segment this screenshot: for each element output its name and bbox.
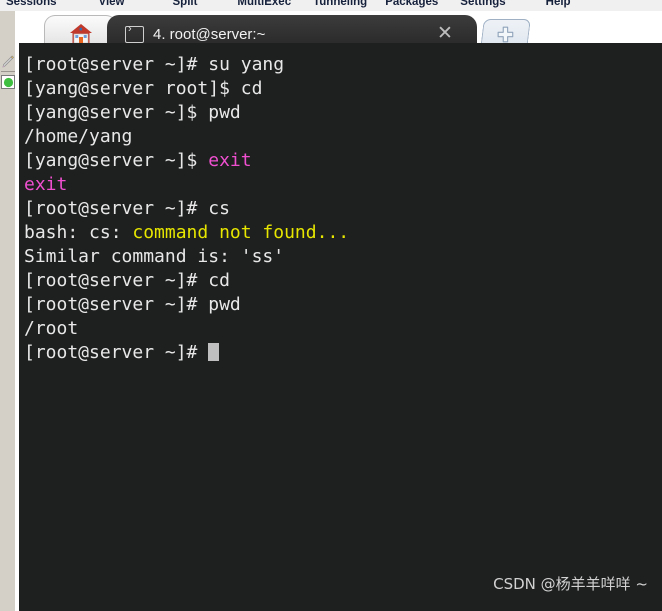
menu-item-multiexec[interactable]: MultiExec [231,0,297,8]
terminal-line: [yang@server ~]$ pwd [24,101,662,125]
tab-title: 4. root@server:~ [153,26,266,43]
terminal-text: /root [24,318,79,339]
terminal-line: [yang@server ~]$ exit [24,149,662,173]
terminal-text: [root@server ~]# [24,342,209,363]
terminal-text: Similar command is: 'ss' [24,246,285,267]
terminal-text: [root@server ~]# su yang [24,54,285,75]
home-icon [69,23,92,43]
terminal-line: exit [24,173,662,197]
terminal-pane[interactable]: [root@server ~]# su yang [yang@server roo… [19,43,662,611]
terminal-text: [yang@server ~]$ [24,150,209,171]
terminal-output: [root@server ~]# su yang [yang@server roo… [24,53,662,365]
terminal-text: [yang@server root]$ cd [24,78,263,99]
left-sidebar [0,11,16,611]
plus-icon [497,26,514,43]
terminal-text: exit [208,150,252,171]
terminal-line: Similar command is: 'ss' [24,245,662,269]
terminal-text: [root@server ~]# cs [24,198,230,219]
menu-item-view[interactable]: View [93,0,131,8]
terminal-line: [root@server ~]# cs [24,197,662,221]
terminal-icon [125,23,144,43]
green-circle-icon[interactable] [1,75,15,89]
pencil-icon[interactable] [1,55,15,69]
terminal-text: exit [24,174,68,195]
menu-item-settings[interactable]: Settings [454,0,511,8]
terminal-text: [root@server ~]# pwd [24,294,241,315]
terminal-text: bash: cs: [24,222,133,243]
terminal-line: /root [24,317,662,341]
terminal-line: bash: cs: command not found... [24,221,662,245]
terminal-text: command not found... [132,222,350,243]
terminal-text: [yang@server ~]$ pwd [24,102,241,123]
close-icon[interactable]: ✕ [435,24,455,44]
menu-item-packages[interactable]: Packages [379,0,444,8]
terminal-line: [root@server ~]# pwd [24,293,662,317]
sidebar-divider [1,71,15,72]
mobaxterm-window: Sessions View Split MultiExec Tunneling … [0,0,662,611]
menu-item-sessions[interactable]: Sessions [0,0,63,8]
menu-item-split[interactable]: Split [167,0,204,8]
terminal-line: [root@server ~]# su yang [24,53,662,77]
terminal-line: /home/yang [24,125,662,149]
terminal-text: [root@server ~]# cd [24,270,230,291]
menu-item-help[interactable]: Help [540,0,577,8]
menu-bar: Sessions View Split MultiExec Tunneling … [0,0,662,11]
terminal-text: /home/yang [24,126,133,147]
terminal-line: [root@server ~]# cd [24,269,662,293]
terminal-line: [root@server ~]# [24,341,662,365]
terminal-cursor [208,343,220,361]
terminal-line: [yang@server root]$ cd [24,77,662,101]
watermark: CSDN @杨羊羊咩咩 ~ [493,575,648,593]
menu-item-tunneling[interactable]: Tunneling [307,0,373,8]
